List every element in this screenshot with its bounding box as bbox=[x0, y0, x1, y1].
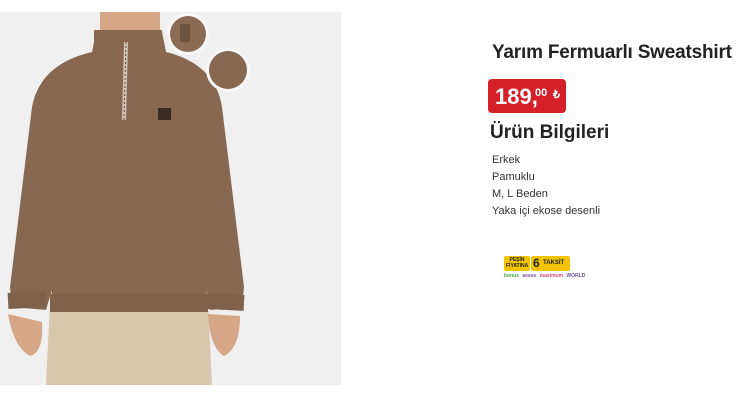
price-tag: 189, 00 ₺ bbox=[488, 79, 566, 113]
pants bbox=[46, 302, 212, 385]
feature-item: M, L Beden bbox=[492, 188, 548, 200]
partner-logo: bonus bbox=[504, 273, 519, 279]
product-photo bbox=[0, 12, 341, 385]
installment-badge: PEŞİN FİYATINA 6 TAKSİT bonus axess maxi… bbox=[504, 256, 585, 286]
feature-item: Pamuklu bbox=[492, 171, 535, 183]
logo-patch bbox=[158, 108, 171, 120]
installment-box: 6 TAKSİT bbox=[531, 256, 570, 271]
product-image-panel[interactable] bbox=[0, 12, 341, 385]
price-main: 189, bbox=[495, 84, 538, 109]
product-info: Yarım Fermuarlı Sweatshirt 189, 00 ₺ Ürü… bbox=[486, 0, 750, 404]
section-title: Ürün Bilgileri bbox=[490, 122, 610, 143]
partner-logo: axess bbox=[522, 273, 537, 279]
feature-item: Erkek bbox=[492, 154, 521, 166]
currency-symbol: ₺ bbox=[553, 89, 560, 101]
card-partners: bonus axess maximum WORLD bbox=[504, 273, 587, 279]
installment-label: TAKSİT bbox=[543, 260, 565, 266]
installment-count: 6 bbox=[533, 256, 540, 270]
feature-item: Yaka içi ekose desenli bbox=[492, 205, 601, 217]
feature-list: Erkek Pamuklu M, L Beden Yaka içi ekose … bbox=[492, 152, 600, 220]
product-title: Yarım Fermuarlı Sweatshirt bbox=[492, 42, 732, 63]
partner-logo: WORLD bbox=[566, 273, 586, 279]
cash-price-box: PEŞİN FİYATINA bbox=[504, 256, 530, 271]
cash-price-label: PEŞİN FİYATINA bbox=[506, 257, 529, 269]
partner-logo: maximum bbox=[539, 273, 564, 279]
price-decimal: 00 bbox=[535, 87, 548, 99]
